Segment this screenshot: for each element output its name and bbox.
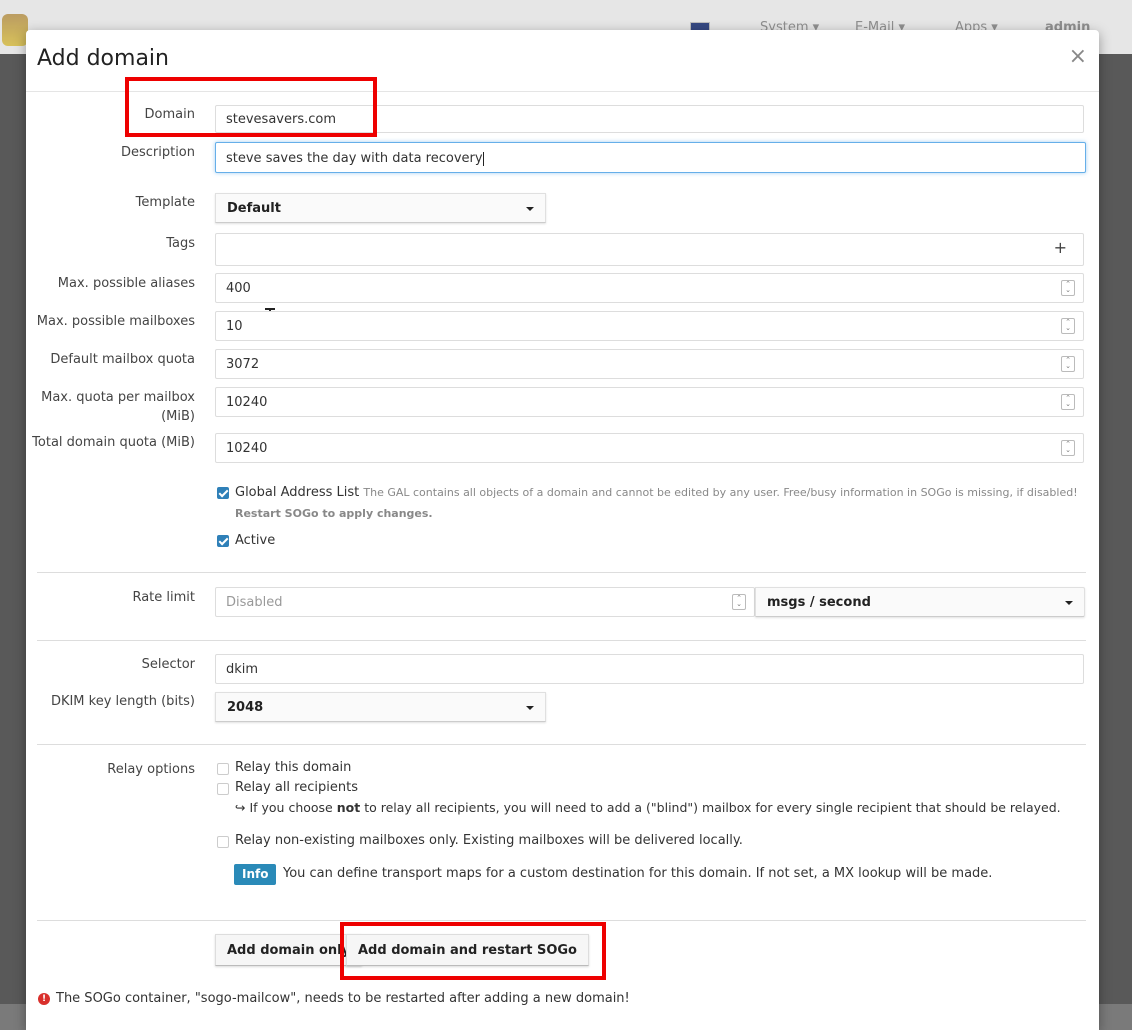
spinner-icon[interactable]: ⌃ ⌄ (1061, 356, 1075, 372)
relay-all-checkbox[interactable] (217, 783, 229, 795)
gal-restart-note: Restart SOGo to apply changes. (235, 507, 433, 520)
spinner-icon[interactable]: ⌃ ⌄ (1061, 440, 1075, 456)
chevron-down-icon (1065, 601, 1073, 605)
relay-options-label: Relay options (107, 762, 195, 777)
relay-all-label: Relay all recipients (235, 780, 358, 795)
max-mailboxes-label: Max. possible mailboxes (36, 314, 195, 329)
add-domain-modal: Add domain × Domain stevesavers.com Desc… (26, 30, 1099, 1030)
gal-checkbox[interactable] (217, 487, 229, 499)
rate-limit-unit-select[interactable]: msgs / second (755, 587, 1085, 617)
relay-domain-checkbox[interactable] (217, 763, 229, 775)
rate-limit-input[interactable]: Disabled ⌃ ⌄ (215, 587, 755, 617)
tags-input[interactable]: + (215, 233, 1084, 266)
info-badge: Info (234, 864, 277, 885)
total-quota-input[interactable]: 10240 ⌃ ⌄ (215, 433, 1084, 463)
default-quota-input[interactable]: 3072 ⌃ ⌄ (215, 349, 1084, 379)
relay-note: ↪ If you choose not to relay all recipie… (235, 800, 1061, 815)
plus-icon[interactable]: + (1054, 240, 1067, 256)
spinner-icon[interactable]: ⌃ ⌄ (1061, 394, 1075, 410)
selector-label: Selector (141, 657, 195, 672)
highlight-box-domain (125, 77, 377, 137)
chevron-down-icon (526, 706, 534, 710)
divider (37, 920, 1086, 921)
total-quota-label: Total domain quota (MiB) (32, 435, 195, 450)
max-aliases-label: Max. possible aliases (57, 276, 195, 291)
close-icon[interactable]: × (1069, 46, 1087, 68)
template-select[interactable]: Default (215, 193, 546, 223)
active-checkbox[interactable] (217, 535, 229, 547)
gal-label: Global Address List The GAL contains all… (235, 485, 1078, 500)
modal-title: Add domain (37, 46, 169, 71)
dkim-length-select[interactable]: 2048 (215, 692, 546, 722)
max-aliases-input[interactable]: 400 ⌃ ⌄ (215, 273, 1084, 303)
tags-label: Tags (166, 236, 195, 251)
highlight-box-restart-button (340, 922, 606, 980)
relay-domain-label: Relay this domain (235, 760, 352, 775)
warning-icon: ! (38, 993, 50, 1005)
rate-limit-label: Rate limit (132, 590, 195, 605)
spinner-icon[interactable]: ⌃ ⌄ (1061, 280, 1075, 296)
relay-unknown-label: Relay non-existing mailboxes only. Exist… (235, 833, 743, 848)
gal-help: The GAL contains all objects of a domain… (363, 486, 1078, 499)
divider (37, 640, 1086, 641)
template-label: Template (135, 195, 195, 210)
max-quota-input[interactable]: 10240 ⌃ ⌄ (215, 387, 1084, 417)
dkim-length-label: DKIM key length (bits) (50, 694, 195, 709)
max-quota-label: Max. quota per mailbox (MiB) (41, 390, 195, 424)
info-text: You can define transport maps for a cust… (283, 866, 993, 881)
max-mailboxes-input[interactable]: 10 ⌃ ⌄ (215, 311, 1084, 341)
description-input[interactable]: steve saves the day with data recovery (215, 142, 1086, 173)
spinner-icon[interactable]: ⌃ ⌄ (1061, 318, 1075, 334)
spinner-icon[interactable]: ⌃ ⌄ (732, 594, 746, 610)
divider (37, 744, 1086, 745)
chevron-down-icon (526, 207, 534, 211)
description-label: Description (120, 145, 195, 160)
divider (37, 572, 1086, 573)
default-quota-label: Default mailbox quota (50, 352, 195, 367)
active-label: Active (235, 533, 276, 548)
selector-input[interactable]: dkim (215, 654, 1084, 684)
relay-unknown-checkbox[interactable] (217, 836, 229, 848)
